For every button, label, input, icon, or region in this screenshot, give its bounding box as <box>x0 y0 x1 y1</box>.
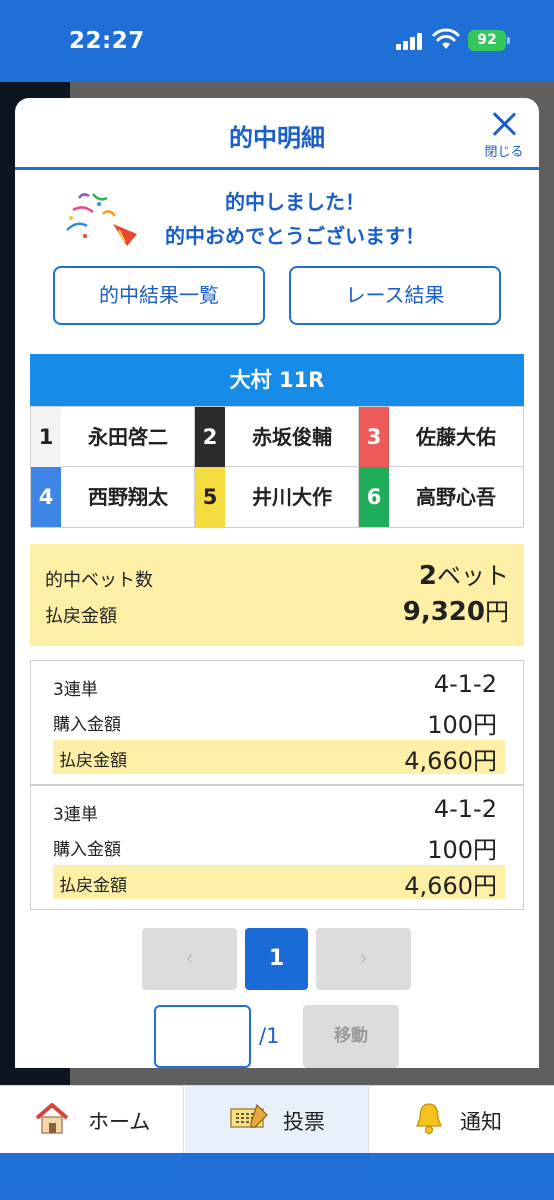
bet-purchase-row: 購入金額 100円 <box>53 704 505 739</box>
bet-purchase-row: 購入金額 100円 <box>53 829 505 864</box>
bottom-bar <box>0 1153 554 1200</box>
payout-label: 払戻金額 <box>59 751 127 771</box>
racer-name: 佐藤大佑 <box>416 425 496 449</box>
racer-6: 6 高野心吾 <box>359 467 523 527</box>
purchase-amount: 100円 <box>427 711 497 739</box>
cellular-signal-icon <box>396 32 426 50</box>
racer-name: 高野心吾 <box>416 485 496 509</box>
racer-5: 5 井川大作 <box>195 467 359 527</box>
racer-name: 赤坂俊輔 <box>252 425 332 449</box>
racer-number: 5 <box>195 467 225 527</box>
racer-4: 4 西野翔太 <box>31 467 195 527</box>
nav-notify-label: 通知 <box>460 1110 502 1134</box>
racer-3: 3 佐藤大佑 <box>359 407 523 467</box>
racer-name: 永田啓二 <box>88 425 168 449</box>
page-current-button[interactable]: 1 <box>245 928 308 990</box>
payout-label: 払戻金額 <box>59 876 127 896</box>
modal-title: 的中明細 <box>229 124 325 152</box>
hit-detail-modal: 的中明細 閉じる 的中しました！ 的中おめでとうございます！ 的中結果一覧 レー… <box>15 98 539 1068</box>
close-icon <box>491 111 517 137</box>
racer-number: 6 <box>359 467 389 527</box>
payout-amount: 4,660円 <box>404 872 497 900</box>
racer-2: 2 赤坂俊輔 <box>195 407 359 467</box>
payout-label: 払戻金額 <box>45 606 117 627</box>
bet-payout-row: 払戻金額 4,660円 <box>53 740 505 775</box>
bet-combo: 4-1-2 <box>433 670 497 698</box>
page-next-button[interactable]: › <box>316 928 411 990</box>
ticket-icon <box>230 1103 268 1128</box>
bet-card: 3連単 4-1-2 購入金額 100円 払戻金額 4,660円 <box>30 785 524 910</box>
hit-count-label: 的中ベット数 <box>45 570 153 591</box>
bet-combo: 4-1-2 <box>433 795 497 823</box>
racer-number: 3 <box>359 407 389 467</box>
racer-name: 西野翔太 <box>88 485 168 509</box>
battery-icon: 92 <box>468 30 510 51</box>
page-number-input[interactable] <box>154 1005 251 1068</box>
payout-value: 9,320円 <box>402 597 509 627</box>
page-move-button[interactable]: 移動 <box>303 1005 399 1068</box>
nav-vote[interactable]: 投票 <box>185 1086 369 1154</box>
hit-count-value: 2ベット <box>418 561 509 591</box>
close-label: 閉じる <box>484 145 524 160</box>
racer-number: 2 <box>195 407 225 467</box>
status-bar: 22:27 92 <box>0 0 554 82</box>
page-prev-button[interactable]: ‹ <box>142 928 237 990</box>
bet-card: 3連単 4-1-2 購入金額 100円 払戻金額 4,660円 <box>30 660 524 785</box>
racer-number: 4 <box>31 467 61 527</box>
purchase-label: 購入金額 <box>53 840 121 860</box>
party-popper-icon <box>66 193 137 246</box>
racer-number: 1 <box>31 407 61 467</box>
payout-amount: 4,660円 <box>404 747 497 775</box>
modal-header: 的中明細 閉じる <box>15 98 539 170</box>
nav-home[interactable]: ホーム <box>0 1086 184 1154</box>
nav-vote-label: 投票 <box>283 1110 325 1134</box>
congrats-line-2: 的中おめでとうございます！ <box>165 224 425 248</box>
racer-name: 井川大作 <box>252 485 332 509</box>
racer-grid: 1 永田啓二 2 赤坂俊輔 3 佐藤大佑 4 西野翔太 5 井川大作 6 高野心… <box>30 406 524 528</box>
bell-icon <box>416 1103 442 1135</box>
nav-notify[interactable]: 通知 <box>370 1086 554 1154</box>
hit-list-button[interactable]: 的中結果一覧 <box>53 266 265 325</box>
bet-type: 3連単 <box>53 680 98 700</box>
status-time: 22:27 <box>69 28 145 54</box>
nav-home-label: ホーム <box>88 1110 151 1134</box>
wifi-icon <box>432 28 460 49</box>
close-button[interactable]: 閉じる <box>477 108 531 164</box>
bottom-nav: ホーム 投票 通知 <box>0 1085 554 1154</box>
bet-type-row: 3連単 4-1-2 <box>53 669 505 703</box>
racer-1: 1 永田啓二 <box>31 407 195 467</box>
bet-type: 3連単 <box>53 805 98 825</box>
home-icon <box>35 1103 69 1134</box>
purchase-label: 購入金額 <box>53 715 121 735</box>
bet-payout-row: 払戻金額 4,660円 <box>53 865 505 900</box>
race-result-button[interactable]: レース結果 <box>289 266 501 325</box>
bet-type-row: 3連単 4-1-2 <box>53 794 505 828</box>
hit-summary: 的中ベット数 2ベット 払戻金額 9,320円 <box>30 544 524 646</box>
page-total: /1 <box>259 1024 280 1048</box>
congrats-line-1: 的中しました！ <box>225 190 365 214</box>
purchase-amount: 100円 <box>427 836 497 864</box>
race-header: 大村 11R <box>30 354 524 406</box>
